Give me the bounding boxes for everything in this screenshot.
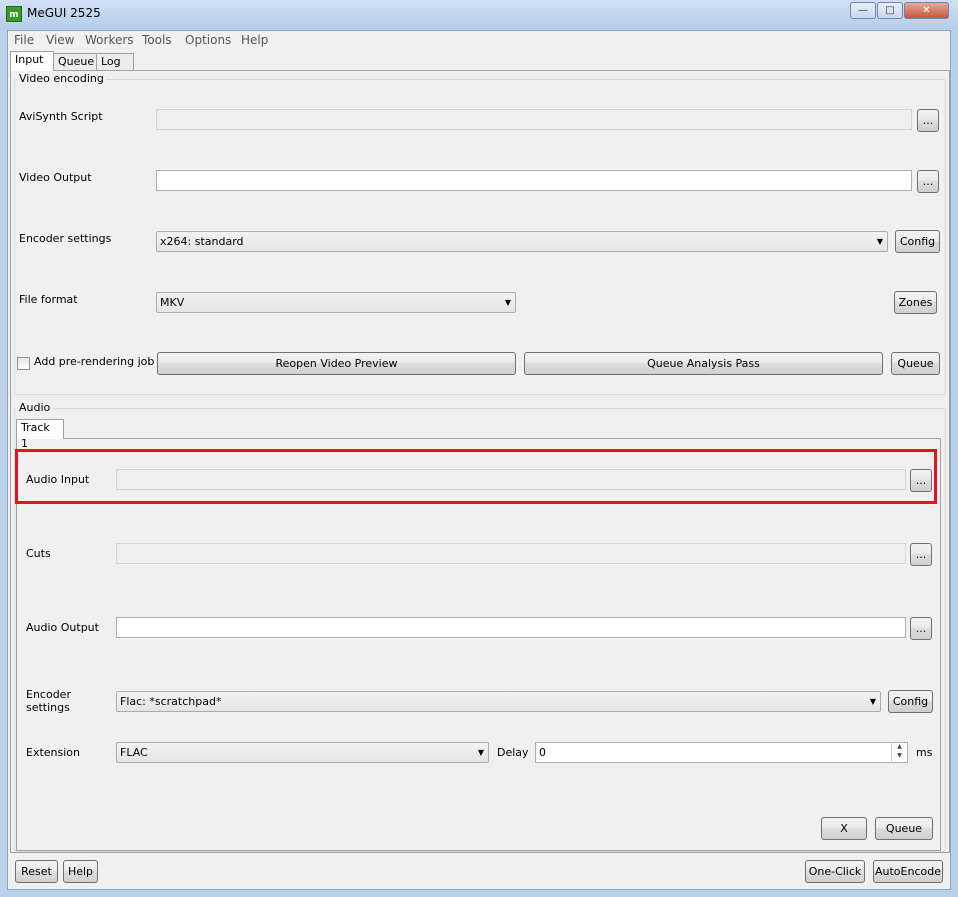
prerender-checkbox[interactable] [17,357,30,370]
tab-input[interactable]: Input [10,51,54,71]
chevron-down-icon: ▼ [477,748,484,757]
avisynth-browse-button[interactable]: ... [917,109,939,132]
video-config-button[interactable]: Config [895,230,940,253]
audio-output-browse-button[interactable]: ... [910,617,932,640]
menu-bar: File View Workers Tools Options Help [8,31,950,49]
tab-queue[interactable]: Queue [53,53,97,70]
audio-output-label: Audio Output [26,621,99,634]
maximize-icon[interactable]: □ [877,2,903,19]
cuts-label: Cuts [26,547,51,560]
audio-encoder-label-line2: settings [26,701,70,714]
spinner-arrows-icon[interactable]: ▲ ▼ [891,742,907,763]
audio-output-field[interactable] [116,617,906,638]
extension-label: Extension [26,746,81,759]
queue-analysis-button[interactable]: Queue Analysis Pass [524,352,883,375]
window-title: MeGUI 2525 [27,6,101,20]
minimize-icon[interactable]: — [850,2,876,19]
delay-label: Delay [497,746,529,759]
title-bar[interactable]: m MeGUI 2525 — □ ✕ [0,0,958,30]
video-output-browse-button[interactable]: ... [917,170,939,193]
video-encoder-value: x264: standard [160,235,244,248]
video-encoder-label: Encoder settings [19,232,112,245]
audio-encoder-value: Flac: *scratchpad* [120,695,222,708]
audio-config-button[interactable]: Config [888,690,933,713]
audio-remove-button[interactable]: X [821,817,867,840]
file-format-value: MKV [160,296,185,309]
menu-help[interactable]: Help [241,33,268,47]
megui-logo-icon: m [6,6,22,22]
autoencode-button[interactable]: AutoEncode [873,860,943,883]
extension-select[interactable]: FLAC ▼ [116,742,489,763]
tab-log[interactable]: Log [96,53,134,70]
audio-encoder-select[interactable]: Flac: *scratchpad* ▼ [116,691,881,712]
menu-file[interactable]: File [14,33,34,47]
highlight-box [15,449,937,504]
reopen-preview-button[interactable]: Reopen Video Preview [157,352,516,375]
menu-view[interactable]: View [46,33,74,47]
cuts-field[interactable] [116,543,906,564]
chevron-down-icon: ▼ [876,237,883,246]
tab-track-1[interactable]: Track 1 [16,419,64,450]
file-format-label: File format [19,293,78,306]
reset-button[interactable]: Reset [15,860,58,883]
extension-value: FLAC [120,746,148,759]
delay-unit: ms [916,746,933,759]
delay-value: 0 [539,746,546,759]
avisynth-label: AviSynth Script [19,110,103,123]
video-encoder-select[interactable]: x264: standard ▼ [156,231,888,252]
audio-encoder-label-line1: Encoder [26,688,71,701]
chevron-down-icon: ▼ [869,697,876,706]
delay-input[interactable]: 0 ▲ ▼ [535,742,908,763]
chevron-down-icon: ▼ [504,298,511,307]
video-queue-button[interactable]: Queue [891,352,940,375]
file-format-select[interactable]: MKV ▼ [156,292,516,313]
menu-options[interactable]: Options [185,33,231,47]
cuts-browse-button[interactable]: ... [910,543,932,566]
close-icon[interactable]: ✕ [904,2,949,19]
menu-tools[interactable]: Tools [142,33,172,47]
avisynth-input[interactable] [156,109,912,130]
prerender-label: Add pre-rendering job [34,355,155,368]
zones-button[interactable]: Zones [894,291,937,314]
one-click-button[interactable]: One-Click [805,860,865,883]
video-output-input[interactable] [156,170,912,191]
video-output-label: Video Output [19,171,92,184]
video-encoding-title: Video encoding [17,72,106,85]
audio-group-title: Audio [17,401,53,414]
help-button[interactable]: Help [63,860,98,883]
menu-workers[interactable]: Workers [85,33,134,47]
audio-queue-button[interactable]: Queue [875,817,933,840]
